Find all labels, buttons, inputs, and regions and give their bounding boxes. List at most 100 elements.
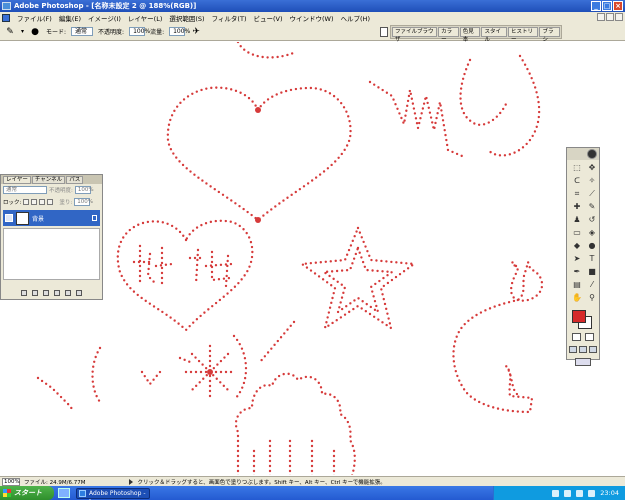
paint-bucket-icon[interactable]: ◈ (586, 227, 598, 238)
flow-field[interactable]: 100% (169, 27, 190, 36)
volume-icon[interactable] (564, 489, 572, 497)
new-layer-icon[interactable] (65, 290, 71, 296)
tab-brushes[interactable]: ブラシ (539, 27, 560, 43)
menu-layer[interactable]: レイヤー(L) (128, 13, 163, 23)
brush-size-icon[interactable]: ● (29, 26, 41, 38)
toolbox-header (567, 148, 599, 160)
layer-row-background[interactable]: 背景 (3, 210, 100, 226)
quick-launch-icon[interactable] (58, 488, 70, 498)
airbrush-icon[interactable]: ✈ (190, 26, 202, 38)
menu-help[interactable]: ヘルプ(H) (341, 13, 370, 23)
dotted-bracket-left (36, 376, 76, 414)
dropdown-arrow-icon[interactable]: ▾ (21, 28, 24, 35)
new-set-icon[interactable] (43, 290, 49, 296)
menu-file[interactable]: ファイル(F) (17, 13, 52, 23)
menu-filter[interactable]: フィルタ(T) (212, 13, 247, 23)
hand-tool-icon[interactable]: ✋ (571, 292, 583, 303)
eye-icon[interactable] (5, 214, 13, 222)
jump-to-imageready-button[interactable] (575, 358, 591, 366)
layer-opacity-field[interactable]: 100% (74, 186, 94, 194)
taskbar-item-photoshop[interactable]: Adobe Photoshop - [ (76, 487, 150, 500)
start-button[interactable]: スタート (0, 486, 54, 500)
type-tool-icon[interactable]: T (586, 253, 598, 264)
zoom-tool-icon[interactable]: ⚲ (586, 292, 598, 303)
tab-file-browser[interactable]: ファイルブラウザ (392, 27, 438, 43)
adjustment-layer-icon[interactable] (54, 290, 60, 296)
menu-select[interactable]: 選択範囲(S) (169, 13, 204, 23)
title-bar: Adobe Photoshop - [名称未設定 2 @ 188%(RGB)] … (0, 0, 625, 12)
tab-color[interactable]: カラー (438, 27, 459, 43)
eraser-tool-icon[interactable]: ▭ (571, 227, 583, 238)
window-title: Adobe Photoshop - [名称未設定 2 @ 188%(RGB)] (14, 2, 197, 10)
tab-channels[interactable]: チャンネル (31, 176, 66, 184)
fill-field[interactable]: 100% (74, 198, 93, 206)
marquee-tool-icon[interactable]: ⬚ (571, 162, 583, 173)
clone-stamp-icon[interactable]: ♟ (571, 214, 583, 225)
brush-tool-icon[interactable]: ✎ (586, 201, 598, 212)
crop-tool-icon[interactable]: ⌗ (571, 188, 583, 199)
layers-blend-row: 通常 不透明度: 100% (1, 184, 102, 196)
lock-transparency-checkbox[interactable] (23, 199, 30, 205)
healing-brush-icon[interactable]: ✚ (571, 201, 583, 212)
photoshop-logo-icon[interactable] (587, 149, 597, 159)
lock-icon (92, 215, 97, 221)
history-brush-icon[interactable]: ↺ (586, 214, 598, 225)
standard-screen-button[interactable] (569, 346, 577, 353)
document-window-controls (597, 13, 623, 21)
tab-paths[interactable]: パス (66, 176, 84, 184)
dodge-tool-icon[interactable]: ● (586, 240, 598, 251)
tab-history[interactable]: ヒストリー (508, 27, 539, 43)
menu-edit[interactable]: 編集(E) (59, 13, 81, 23)
full-screen-menu-button[interactable] (579, 346, 587, 353)
magic-wand-tool-icon[interactable]: ✧ (586, 175, 598, 186)
eyedropper-icon[interactable]: ⁄ (586, 279, 598, 290)
layer-mask-icon[interactable] (32, 290, 38, 296)
dotted-kanji-left (132, 244, 174, 288)
pen-tool-icon[interactable]: ✒ (571, 266, 583, 277)
tab-styles[interactable]: スタイル (481, 27, 507, 43)
zoom-field[interactable]: 100% (2, 477, 20, 486)
menu-window[interactable]: ウインドウ(W) (290, 13, 334, 23)
star-burst-center (207, 369, 213, 375)
standard-mode-button[interactable] (572, 333, 581, 341)
doc-minimize-button[interactable] (597, 13, 605, 21)
security-icon[interactable] (576, 489, 584, 497)
layer-style-icon[interactable] (21, 290, 27, 296)
lock-position-checkbox[interactable] (39, 199, 46, 205)
path-select-icon[interactable]: ➤ (571, 253, 583, 264)
maximize-button[interactable]: □ (602, 1, 612, 11)
doc-close-button[interactable] (615, 13, 623, 21)
minimize-button[interactable]: _ (591, 1, 601, 11)
ime-icon[interactable] (588, 489, 596, 497)
lock-all-checkbox[interactable] (47, 199, 54, 205)
status-arrow-icon[interactable] (129, 478, 134, 485)
mode-select[interactable]: 通常 (71, 27, 94, 36)
menu-image[interactable]: イメージ(I) (88, 13, 121, 23)
shape-tool-icon[interactable]: ■ (586, 266, 598, 277)
status-bar: 100% ファイル: 24.9M/6.77M クリック＆ドラッグすると、画面色で… (0, 476, 625, 486)
full-screen-button[interactable] (589, 346, 597, 353)
opacity-label: 不透明度: (98, 29, 125, 36)
doc-restore-button[interactable] (606, 13, 614, 21)
close-button[interactable]: × (613, 1, 623, 11)
quick-mask-button[interactable] (585, 333, 594, 341)
brush-tool-preset-icon[interactable]: ✎ (4, 26, 16, 38)
network-icon[interactable] (552, 489, 560, 497)
move-tool-icon[interactable]: ✥ (586, 162, 598, 173)
lasso-tool-icon[interactable]: ᑕ (571, 175, 583, 186)
tab-swatches[interactable]: 色見本 (459, 27, 481, 43)
notes-tool-icon[interactable]: ▤ (571, 279, 583, 290)
dotted-cat (452, 257, 544, 414)
layer-blend-mode-select[interactable]: 通常 (3, 186, 47, 194)
file-browser-icon[interactable] (380, 27, 388, 37)
menu-view[interactable]: ビュー(V) (253, 13, 282, 23)
blur-tool-icon[interactable]: ◆ (571, 240, 583, 251)
foreground-color-swatch[interactable] (572, 310, 586, 323)
slice-tool-icon[interactable]: ⟋ (586, 188, 598, 199)
lock-image-checkbox[interactable] (31, 199, 38, 205)
document-icon[interactable] (2, 13, 10, 22)
trash-icon[interactable] (76, 290, 82, 296)
dotted-flower (234, 372, 356, 475)
opacity-field[interactable]: 100% (129, 27, 150, 36)
tab-layers[interactable]: レイヤー (3, 176, 31, 184)
